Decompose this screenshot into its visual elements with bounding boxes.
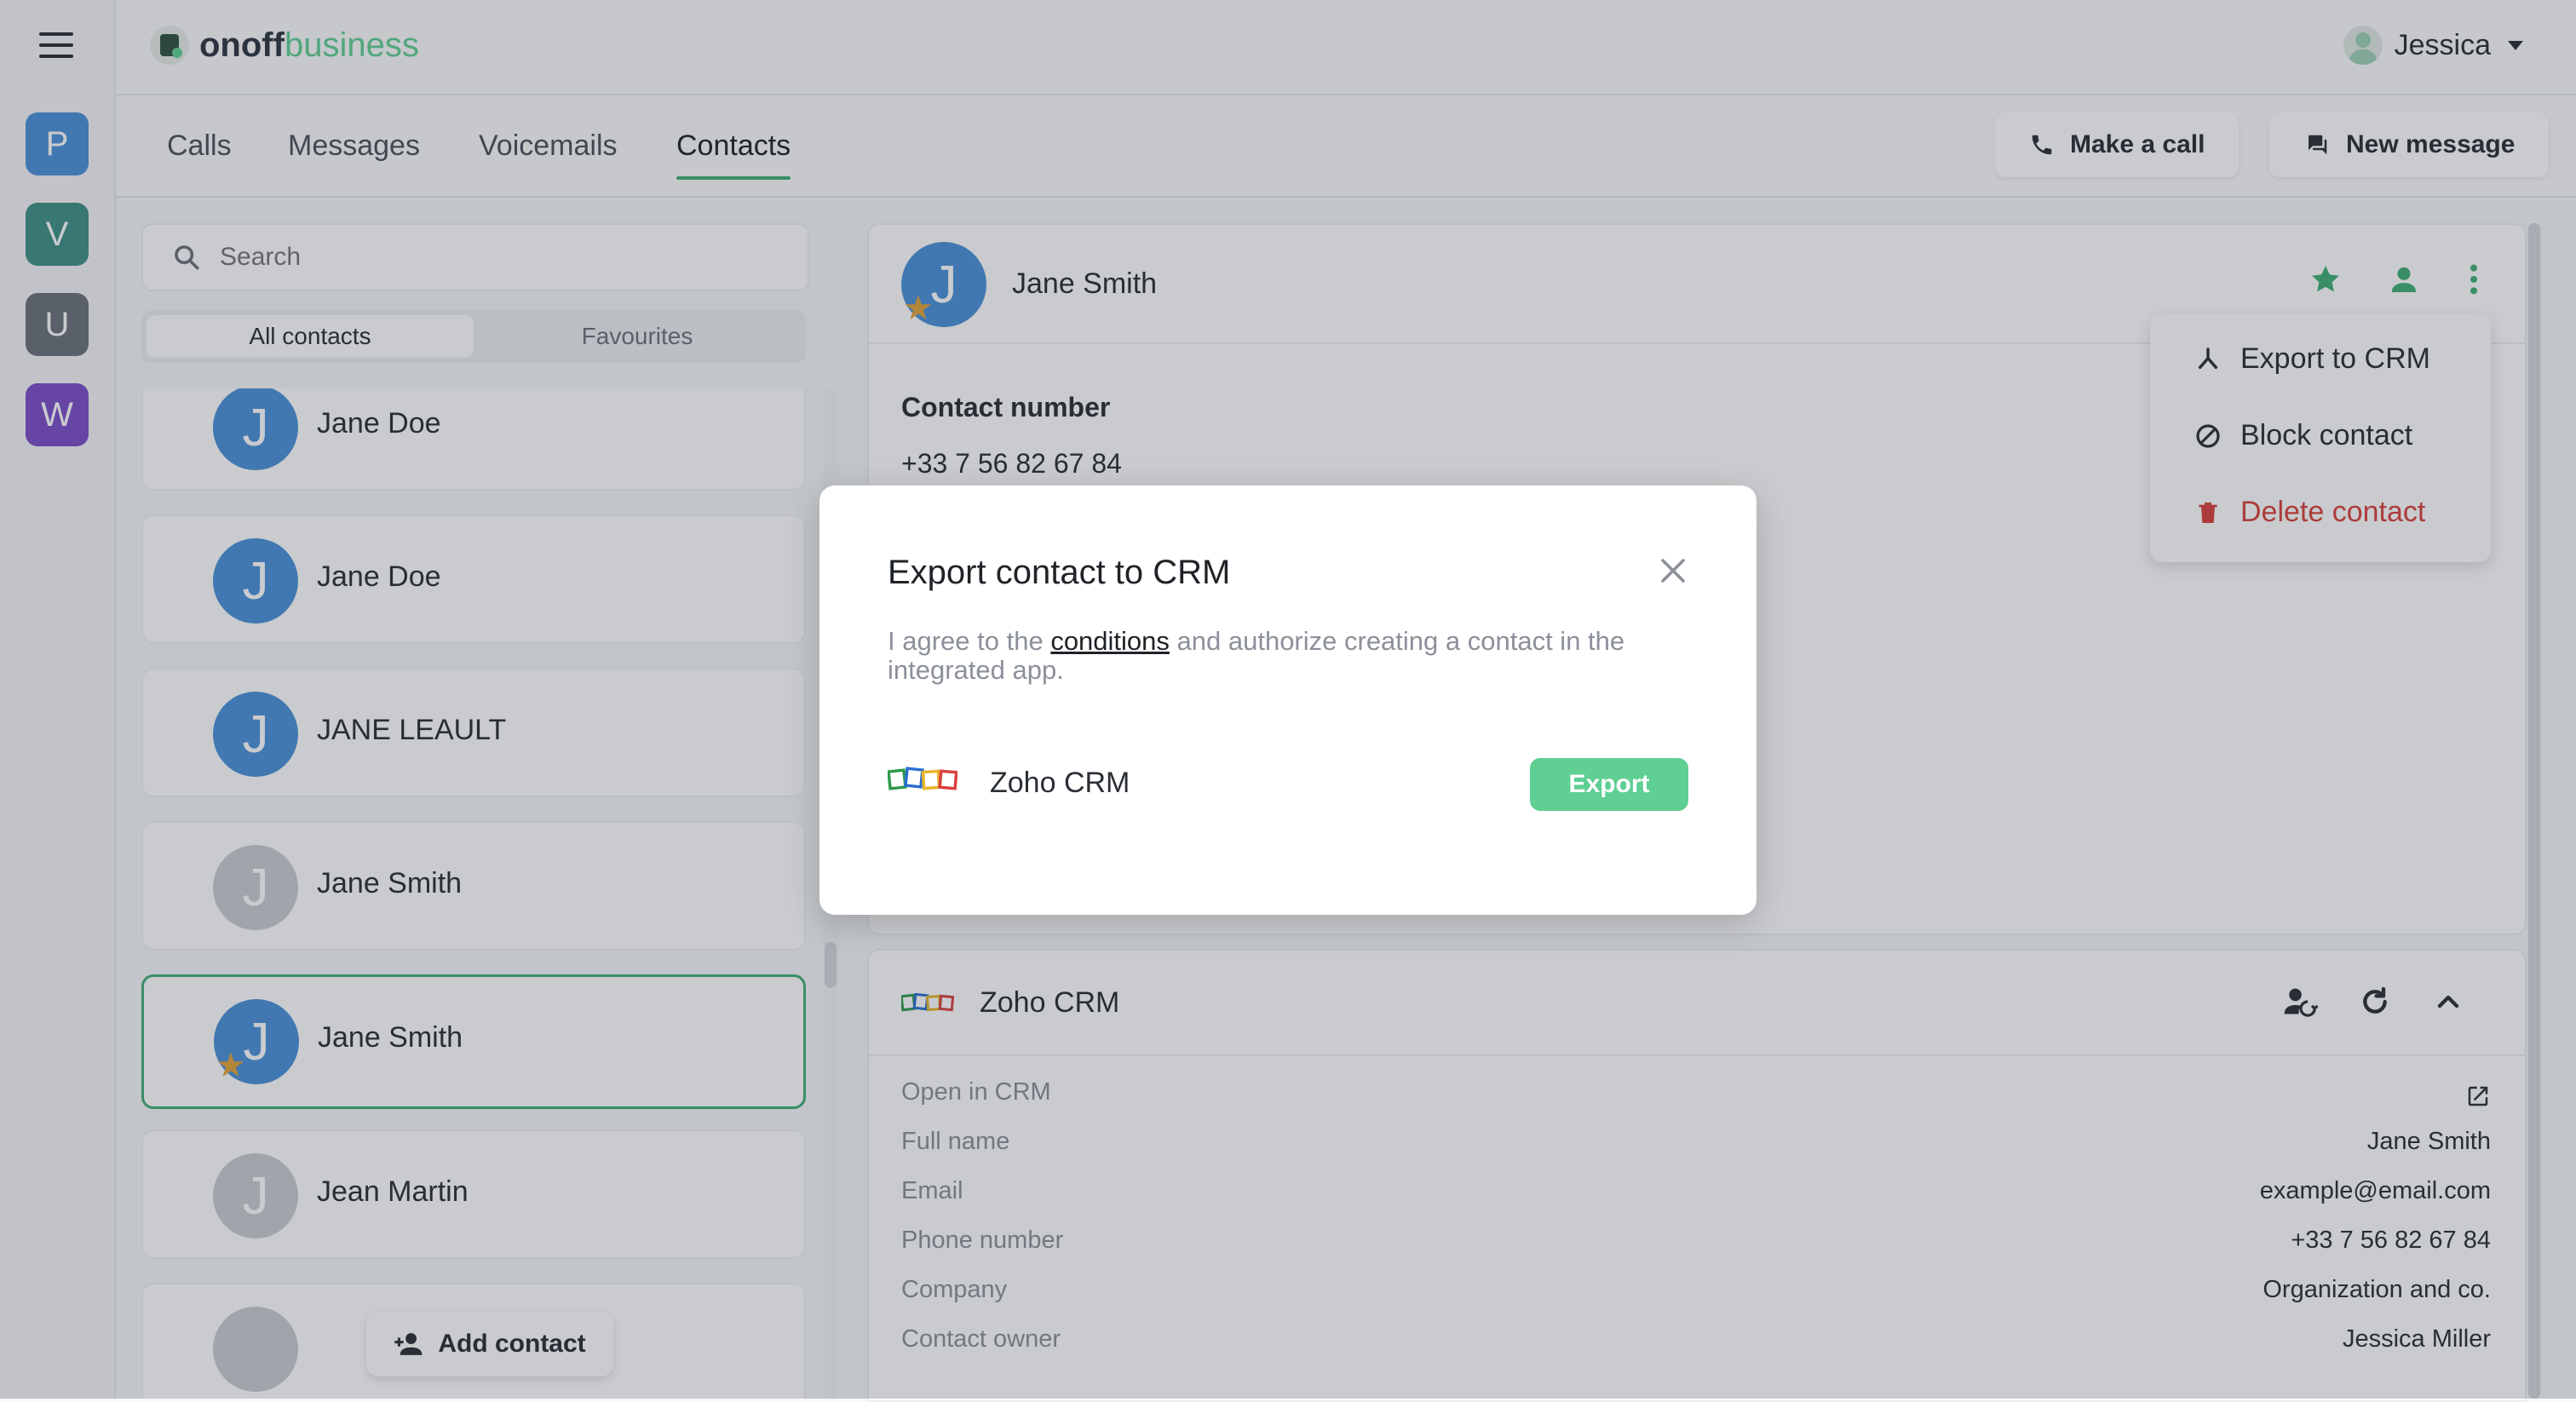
dialog-text: I agree to the conditions and authorize …: [888, 627, 1688, 685]
dialog-title: Export contact to CRM: [888, 554, 1231, 591]
export-button[interactable]: Export: [1530, 758, 1688, 811]
app-root: P V U W onoffbusiness Jessica Calls Mess…: [0, 0, 2576, 1402]
zoho-logo-icon: [888, 767, 957, 790]
export-crm-dialog: Export contact to CRM I agree to the con…: [819, 486, 1757, 915]
close-icon[interactable]: [1658, 555, 1688, 586]
conditions-link[interactable]: conditions: [1050, 626, 1170, 656]
text-before: I agree to the: [888, 626, 1051, 656]
crm-name: Zoho CRM: [990, 767, 1130, 799]
